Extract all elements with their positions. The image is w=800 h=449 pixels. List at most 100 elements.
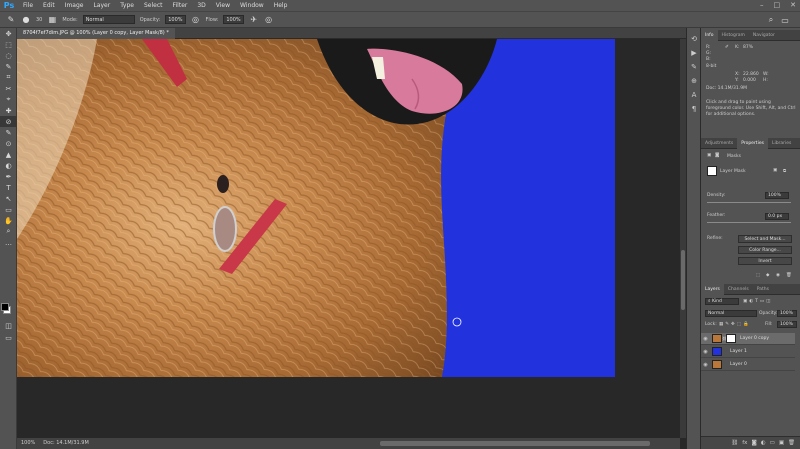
tab-histogram[interactable]: Histogram bbox=[718, 30, 749, 41]
brush-tool-icon[interactable]: ✎ bbox=[6, 15, 16, 25]
opacity-pressure-icon[interactable]: ◎ bbox=[191, 15, 201, 25]
healing-tool-icon[interactable]: ✚ bbox=[0, 105, 17, 116]
layer-style-icon[interactable]: fx bbox=[742, 440, 747, 446]
eye-icon[interactable]: ◉ bbox=[701, 336, 710, 342]
lock-icons[interactable]: ▦✎✥⬚🔒 bbox=[719, 322, 751, 327]
menu-file[interactable]: File bbox=[18, 0, 38, 11]
actions-icon[interactable]: ▶ bbox=[687, 46, 701, 60]
layer-name[interactable]: Layer 0 bbox=[730, 362, 747, 367]
brush-settings-icon[interactable]: ✎ bbox=[687, 60, 701, 74]
flow-field[interactable]: 100% bbox=[223, 15, 244, 24]
tab-info[interactable]: Info bbox=[701, 29, 718, 41]
vertical-scroll-thumb[interactable] bbox=[681, 250, 685, 310]
adjustment-layer-icon[interactable]: ◐ bbox=[761, 440, 766, 446]
menu-layer[interactable]: Layer bbox=[88, 0, 115, 11]
fill-field[interactable]: 100% bbox=[777, 321, 797, 328]
density-slider[interactable] bbox=[707, 202, 791, 203]
clone-stamp-tool-icon[interactable]: ✎ bbox=[0, 127, 17, 138]
mode-select[interactable]: Normal bbox=[82, 15, 135, 24]
layer-name[interactable]: Layer 0 copy bbox=[740, 336, 769, 341]
link-layers-icon[interactable]: ⛓ bbox=[731, 440, 738, 446]
eyedropper-tool-icon[interactable]: ⌖ bbox=[0, 94, 17, 105]
document-canvas[interactable] bbox=[17, 39, 615, 377]
gradient-tool-icon[interactable]: ◐ bbox=[0, 160, 17, 171]
menu-select[interactable]: Select bbox=[139, 0, 168, 11]
color-range-button[interactable]: Color Range... bbox=[738, 246, 792, 254]
doc-size[interactable]: Doc: 14.1M/31.9M bbox=[43, 438, 89, 449]
brush-tool-icon[interactable]: ⊘ bbox=[0, 116, 17, 127]
quick-mask-icon[interactable]: ◫ bbox=[0, 320, 17, 331]
blend-mode-select[interactable]: Normal bbox=[705, 310, 757, 317]
menu-edit[interactable]: Edit bbox=[38, 0, 60, 11]
brush-panel-icon[interactable]: ▦ bbox=[47, 15, 57, 25]
menu-type[interactable]: Type bbox=[115, 0, 139, 11]
pixel-mask-icon[interactable]: ▣ bbox=[707, 153, 711, 158]
path-select-tool-icon[interactable]: ↖ bbox=[0, 193, 17, 204]
load-selection-icon[interactable]: ⬚ bbox=[756, 273, 760, 278]
layer-name[interactable]: Layer 1 bbox=[730, 349, 747, 354]
vector-mask-icon[interactable]: ◙ bbox=[715, 153, 719, 158]
new-group-icon[interactable]: ▭ bbox=[770, 440, 775, 446]
add-mask-icon[interactable]: ◙ bbox=[751, 440, 756, 446]
eye-icon[interactable]: ◉ bbox=[701, 362, 710, 368]
apply-vector-mask-icon[interactable]: ⧉ bbox=[783, 168, 786, 174]
maximize-button[interactable]: □ bbox=[774, 0, 781, 11]
density-field[interactable]: 100% bbox=[765, 192, 789, 199]
rectangle-tool-icon[interactable]: ▭ bbox=[0, 204, 17, 215]
menu-window[interactable]: Window bbox=[235, 0, 269, 11]
layer-filter-icons[interactable]: ▣◐T▭◫ bbox=[743, 299, 772, 304]
type-tool-icon[interactable]: T bbox=[0, 182, 17, 193]
zoom-tool-icon[interactable]: ⌕ bbox=[0, 226, 17, 237]
airbrush-icon[interactable]: ✈ bbox=[249, 15, 259, 25]
paragraph-icon[interactable]: ¶ bbox=[687, 102, 701, 116]
delete-mask-icon[interactable]: 🗑 bbox=[786, 273, 792, 278]
horizontal-scroll-thumb[interactable] bbox=[380, 441, 650, 446]
invert-button[interactable]: Invert bbox=[738, 257, 792, 265]
brush-preset-icon[interactable]: ● bbox=[21, 15, 31, 25]
select-mask-icon[interactable]: ▣ bbox=[773, 168, 777, 173]
move-tool-icon[interactable]: ✥ bbox=[0, 28, 17, 39]
zoom-level[interactable]: 100% bbox=[21, 438, 35, 449]
layer-opacity-field[interactable]: 100% bbox=[777, 310, 797, 317]
lasso-tool-icon[interactable]: ◌ bbox=[0, 50, 17, 61]
feather-slider[interactable] bbox=[707, 222, 791, 223]
visibility-icon[interactable]: ◉ bbox=[776, 273, 780, 278]
slice-tool-icon[interactable]: ✂ bbox=[0, 83, 17, 94]
eraser-tool-icon[interactable]: ▲ bbox=[0, 149, 17, 160]
more-tools-icon[interactable]: … bbox=[0, 237, 17, 248]
tab-navigator[interactable]: Navigator bbox=[749, 30, 779, 41]
eye-icon[interactable]: ◉ bbox=[701, 349, 710, 355]
delete-layer-icon[interactable]: 🗑 bbox=[788, 440, 795, 446]
clone-source-icon[interactable]: ⊕ bbox=[687, 74, 701, 88]
apply-mask-icon[interactable]: ◆ bbox=[766, 273, 769, 278]
tab-adjustments[interactable]: Adjustments bbox=[701, 138, 737, 149]
feather-field[interactable]: 0.0 px bbox=[765, 213, 789, 220]
menu-3d[interactable]: 3D bbox=[192, 0, 210, 11]
opacity-field[interactable]: 100% bbox=[165, 15, 186, 24]
tab-properties[interactable]: Properties bbox=[737, 137, 768, 149]
menu-filter[interactable]: Filter bbox=[168, 0, 193, 11]
minimize-button[interactable]: – bbox=[760, 0, 764, 11]
pen-tool-icon[interactable]: ✒ bbox=[0, 171, 17, 182]
tab-libraries[interactable]: Libraries bbox=[768, 138, 795, 149]
hand-tool-icon[interactable]: ✋ bbox=[0, 215, 17, 226]
menu-view[interactable]: View bbox=[211, 0, 235, 11]
size-pressure-icon[interactable]: ◎ bbox=[264, 15, 274, 25]
foreground-color-swatch[interactable] bbox=[1, 303, 9, 311]
search-icon[interactable]: ⌕ bbox=[766, 15, 776, 25]
tab-layers[interactable]: Layers bbox=[701, 283, 724, 295]
layer-row-layer-0-copy[interactable]: ◉ ⛓ Layer 0 copy bbox=[701, 333, 795, 345]
quick-select-tool-icon[interactable]: ✎ bbox=[0, 61, 17, 72]
layer-row-layer-1[interactable]: ◉ Layer 1 bbox=[701, 346, 795, 358]
marquee-tool-icon[interactable]: ⬚ bbox=[0, 39, 17, 50]
document-tab[interactable]: 8704f7ef7dim.JPG @ 100% (Layer 0 copy, L… bbox=[17, 28, 175, 39]
layer-mask-thumbnail[interactable] bbox=[726, 334, 736, 343]
menu-help[interactable]: Help bbox=[269, 0, 293, 11]
close-button[interactable]: ✕ bbox=[790, 0, 796, 11]
workspace-icon[interactable]: ▭ bbox=[780, 15, 790, 25]
new-layer-icon[interactable]: ▣ bbox=[779, 440, 784, 446]
screen-mode-icon[interactable]: ▭ bbox=[0, 332, 17, 343]
layer-row-layer-0[interactable]: ◉ Layer 0 bbox=[701, 359, 795, 371]
tab-paths[interactable]: Paths bbox=[753, 284, 773, 295]
layer-filter-select[interactable]: ⌕ Kind bbox=[705, 298, 739, 305]
